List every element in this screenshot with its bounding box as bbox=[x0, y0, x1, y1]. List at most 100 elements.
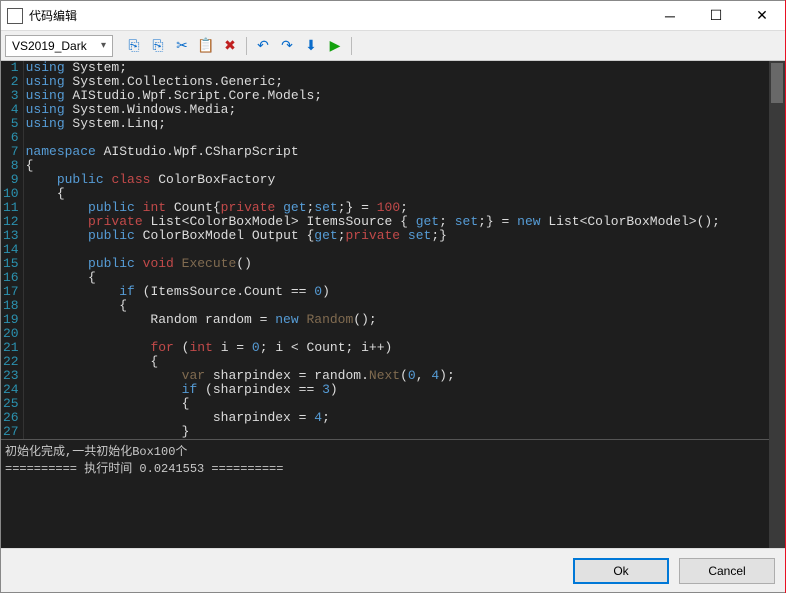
line-number: 19 bbox=[3, 313, 19, 327]
code-pane: 1234567891011121314151617181920212223242… bbox=[1, 61, 769, 548]
window-title: 代码编辑 bbox=[29, 7, 647, 24]
output-line: 初始化完成,一共初始化Box100个 bbox=[5, 442, 765, 459]
maximize-button[interactable]: ☐ bbox=[693, 1, 739, 30]
code-line[interactable]: } bbox=[26, 425, 769, 439]
output-pane: 初始化完成,一共初始化Box100个 ========== 执行时间 0.024… bbox=[1, 439, 769, 548]
paste-icon: 📋 bbox=[197, 37, 214, 54]
line-number: 3 bbox=[3, 89, 19, 103]
line-number: 9 bbox=[3, 173, 19, 187]
code-line[interactable]: public class ColorBoxFactory bbox=[26, 173, 769, 187]
fold-icon: ⎘ bbox=[128, 37, 139, 54]
code-line[interactable]: using System; bbox=[26, 61, 769, 75]
ok-button[interactable]: Ok bbox=[573, 558, 669, 584]
code-editor[interactable]: 1234567891011121314151617181920212223242… bbox=[1, 61, 769, 439]
code-line[interactable]: public ColorBoxModel Output {get;private… bbox=[26, 229, 769, 243]
minimize-button[interactable]: ─ bbox=[647, 1, 693, 30]
code-line[interactable]: { bbox=[26, 187, 769, 201]
app-icon bbox=[7, 8, 23, 24]
code-line[interactable]: Random random = new Random(); bbox=[26, 313, 769, 327]
editor-area: 1234567891011121314151617181920212223242… bbox=[1, 61, 785, 548]
line-number: 10 bbox=[3, 187, 19, 201]
code-line[interactable]: using System.Windows.Media; bbox=[26, 103, 769, 117]
line-number: 6 bbox=[3, 131, 19, 145]
code-line[interactable]: using System.Linq; bbox=[26, 117, 769, 131]
code-line[interactable]: public int Count{private get;set;} = 100… bbox=[26, 201, 769, 215]
line-number: 2 bbox=[3, 75, 19, 89]
code-line[interactable]: private List<ColorBoxModel> ItemsSource … bbox=[26, 215, 769, 229]
close-button[interactable]: ✕ bbox=[739, 1, 785, 30]
line-number: 18 bbox=[3, 299, 19, 313]
code-line[interactable] bbox=[26, 243, 769, 257]
minimize-icon: ─ bbox=[665, 8, 675, 24]
code-line[interactable]: var sharpindex = random.Next(0, 4); bbox=[26, 369, 769, 383]
separator bbox=[246, 37, 247, 55]
line-number: 15 bbox=[3, 257, 19, 271]
line-number: 26 bbox=[3, 411, 19, 425]
line-number: 1 bbox=[3, 61, 19, 75]
redo-button[interactable]: ↷ bbox=[276, 35, 298, 57]
code-line[interactable]: for (int i = 0; i < Count; i++) bbox=[26, 341, 769, 355]
line-number: 16 bbox=[3, 271, 19, 285]
code-line[interactable]: { bbox=[26, 159, 769, 173]
run-button[interactable]: ▶ bbox=[324, 35, 346, 57]
line-number: 24 bbox=[3, 383, 19, 397]
theme-select[interactable]: VS2019_Dark bbox=[5, 35, 113, 57]
redo-icon: ↷ bbox=[281, 37, 293, 54]
line-number: 14 bbox=[3, 243, 19, 257]
code-line[interactable]: { bbox=[26, 355, 769, 369]
code-line[interactable]: using AIStudio.Wpf.Script.Core.Models; bbox=[26, 89, 769, 103]
line-number: 25 bbox=[3, 397, 19, 411]
separator bbox=[351, 37, 352, 55]
line-number: 4 bbox=[3, 103, 19, 117]
close-icon: ✕ bbox=[756, 7, 768, 24]
vertical-scrollbar[interactable] bbox=[769, 61, 785, 548]
undo-icon: ↶ bbox=[257, 37, 269, 54]
line-number: 20 bbox=[3, 327, 19, 341]
code-line[interactable]: { bbox=[26, 271, 769, 285]
window-controls: ─ ☐ ✕ bbox=[647, 1, 785, 30]
line-number: 8 bbox=[3, 159, 19, 173]
download-icon: ⬇ bbox=[305, 37, 317, 54]
code-line[interactable] bbox=[26, 327, 769, 341]
line-number-gutter: 1234567891011121314151617181920212223242… bbox=[1, 61, 24, 439]
paste-button[interactable]: 📋 bbox=[195, 35, 217, 57]
line-number: 7 bbox=[3, 145, 19, 159]
line-number: 22 bbox=[3, 355, 19, 369]
line-number: 11 bbox=[3, 201, 19, 215]
theme-select-value: VS2019_Dark bbox=[12, 39, 87, 53]
code-line[interactable]: namespace AIStudio.Wpf.CSharpScript bbox=[26, 145, 769, 159]
toolbar: VS2019_Dark ⎘ ⎘ ✂ 📋 ✖ ↶ ↷ ⬇ ▶ bbox=[1, 31, 785, 61]
line-number: 23 bbox=[3, 369, 19, 383]
copy-icon: ⎘ bbox=[152, 37, 163, 54]
code-line[interactable] bbox=[26, 131, 769, 145]
code-line[interactable]: sharpindex = 4; bbox=[26, 411, 769, 425]
cut-button[interactable]: ✂ bbox=[171, 35, 193, 57]
run-icon: ▶ bbox=[330, 37, 341, 54]
delete-icon: ✖ bbox=[224, 37, 236, 54]
line-number: 12 bbox=[3, 215, 19, 229]
maximize-icon: ☐ bbox=[710, 7, 723, 24]
code-line[interactable]: public void Execute() bbox=[26, 257, 769, 271]
output-line: ========== 执行时间 0.0241553 ========== bbox=[5, 459, 765, 476]
code-content[interactable]: using System;using System.Collections.Ge… bbox=[24, 61, 769, 439]
code-line[interactable]: using System.Collections.Generic; bbox=[26, 75, 769, 89]
line-number: 21 bbox=[3, 341, 19, 355]
cancel-button[interactable]: Cancel bbox=[679, 558, 775, 584]
line-number: 13 bbox=[3, 229, 19, 243]
code-line[interactable]: if (sharpindex == 3) bbox=[26, 383, 769, 397]
line-number: 17 bbox=[3, 285, 19, 299]
undo-button[interactable]: ↶ bbox=[252, 35, 274, 57]
copy-button[interactable]: ⎘ bbox=[147, 35, 169, 57]
cut-icon: ✂ bbox=[176, 37, 188, 54]
line-number: 27 bbox=[3, 425, 19, 439]
title-bar: 代码编辑 ─ ☐ ✕ bbox=[1, 1, 785, 31]
code-line[interactable]: { bbox=[26, 397, 769, 411]
download-button[interactable]: ⬇ bbox=[300, 35, 322, 57]
code-line[interactable]: if (ItemsSource.Count == 0) bbox=[26, 285, 769, 299]
delete-button[interactable]: ✖ bbox=[219, 35, 241, 57]
scrollbar-thumb[interactable] bbox=[771, 63, 783, 103]
line-number: 5 bbox=[3, 117, 19, 131]
code-line[interactable]: { bbox=[26, 299, 769, 313]
dialog-button-bar: Ok Cancel bbox=[1, 548, 785, 592]
fold-button[interactable]: ⎘ bbox=[123, 35, 145, 57]
